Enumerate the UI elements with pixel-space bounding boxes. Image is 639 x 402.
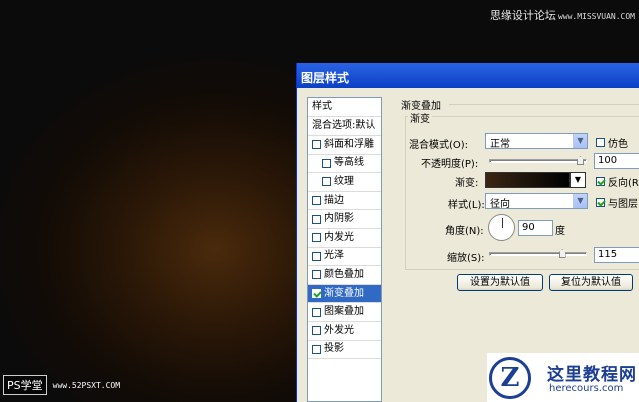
brand-name: 这里教程网 <box>547 365 637 385</box>
align-check-icon <box>596 198 605 207</box>
reverse-check-icon <box>596 177 605 186</box>
checkbox-icon[interactable] <box>312 233 321 243</box>
chevron-down-icon: ▼ <box>573 134 587 148</box>
dither-checkbox[interactable]: 仿色 <box>596 135 628 150</box>
blend-mode-label: 混合模式(O): <box>409 140 469 151</box>
checkbox-icon[interactable] <box>312 270 321 280</box>
style-item[interactable]: 内阴影 <box>308 210 381 229</box>
ps-logo-site: www.52PSXT.COM <box>52 380 121 390</box>
style-list: 样式 混合选项:默认 斜面和浮雕等高线纹理描边内阴影内发光光泽颜色叠加渐变叠加图… <box>307 97 382 402</box>
checkbox-icon[interactable] <box>312 289 321 299</box>
reverse-checkbox[interactable]: 反向(R) <box>596 174 639 189</box>
subgroup-title: 渐变 <box>408 110 432 125</box>
style-select[interactable]: 径向 ▼ <box>485 193 588 210</box>
watermark-top: 思缘设计论坛 www.MISSVUAN.COM <box>490 7 635 23</box>
checkbox-icon[interactable] <box>312 196 321 206</box>
angle-input[interactable]: 90 <box>518 220 553 236</box>
align-checkbox[interactable]: 与图层 <box>596 195 638 210</box>
dither-label: 仿色 <box>608 139 628 150</box>
checkbox-icon[interactable] <box>312 307 321 317</box>
reverse-label: 反向(R) <box>608 178 639 189</box>
blend-mode-select[interactable]: 正常 ▼ <box>485 133 588 150</box>
scale-input[interactable]: 115 <box>594 247 639 263</box>
blend-mode-value: 正常 <box>490 139 510 150</box>
style-item-label: 等高线 <box>334 157 364 169</box>
style-item[interactable]: 图案叠加 <box>308 303 381 322</box>
chevron-down-icon: ▼ <box>573 194 587 208</box>
checkbox-icon[interactable] <box>322 158 331 168</box>
ps-logo: PS学堂 www.52PSXT.COM <box>3 375 120 395</box>
style-item-label: 内发光 <box>324 231 354 243</box>
scale-slider[interactable] <box>489 252 587 256</box>
style-item[interactable]: 内发光 <box>308 229 381 248</box>
checkbox-icon[interactable] <box>312 344 321 354</box>
align-label: 与图层 <box>608 199 638 210</box>
checkbox-icon[interactable] <box>312 326 321 336</box>
layer-style-dialog: 图层样式 样式 混合选项:默认 斜面和浮雕等高线纹理描边内阴影内发光光泽颜色叠加… <box>296 63 639 402</box>
checkbox-icon[interactable] <box>312 140 321 150</box>
style-item-label: 描边 <box>324 194 344 206</box>
angle-unit: 度 <box>555 226 565 237</box>
style-label: 样式(L): <box>448 200 485 211</box>
angle-dial[interactable] <box>488 214 515 241</box>
style-item-label: 颜色叠加 <box>324 268 364 280</box>
style-item-label: 内阴影 <box>324 213 354 225</box>
style-item[interactable]: 投影 <box>308 341 381 360</box>
blend-options-item[interactable]: 混合选项:默认 <box>308 117 381 136</box>
scale-label: 缩放(S): <box>447 253 485 264</box>
style-item[interactable]: 纹理 <box>308 173 381 192</box>
style-list-header[interactable]: 样式 <box>308 98 381 117</box>
style-item-label: 图案叠加 <box>324 306 364 318</box>
style-item[interactable]: 外发光 <box>308 322 381 341</box>
angle-needle <box>501 218 503 228</box>
style-item-label: 斜面和浮雕 <box>324 138 374 150</box>
style-item[interactable]: 渐变叠加 <box>308 284 381 304</box>
style-item-label: 投影 <box>324 343 344 355</box>
style-item-label: 外发光 <box>324 324 354 336</box>
checkbox-icon[interactable] <box>312 251 321 261</box>
opacity-label: 不透明度(P): <box>421 159 479 170</box>
dither-check-icon <box>596 138 605 147</box>
style-item[interactable]: 描边 <box>308 192 381 211</box>
brand-logo-icon: Z <box>489 357 531 399</box>
dialog-title[interactable]: 图层样式 <box>297 63 639 88</box>
style-item[interactable]: 等高线 <box>308 155 381 174</box>
checkbox-icon[interactable] <box>322 177 331 187</box>
style-item-label: 渐变叠加 <box>324 287 364 299</box>
set-default-button[interactable]: 设置为默认值 <box>457 274 543 291</box>
group-divider <box>449 104 639 105</box>
opacity-input[interactable]: 100 <box>594 153 639 169</box>
style-value: 径向 <box>490 199 510 210</box>
style-item-label: 光泽 <box>324 250 344 262</box>
brand-watermark: Z 这里教程网 herecours.com <box>487 353 639 402</box>
opacity-slider[interactable] <box>489 159 587 163</box>
angle-label: 角度(N): <box>445 226 484 237</box>
brand-url: herecours.com <box>549 383 624 394</box>
gradient-swatch[interactable]: ▼ <box>485 172 586 188</box>
reset-default-button[interactable]: 复位为默认值 <box>549 274 633 291</box>
style-item[interactable]: 颜色叠加 <box>308 266 381 285</box>
style-item[interactable]: 光泽 <box>308 248 381 267</box>
style-item-label: 纹理 <box>334 175 354 187</box>
watermark-text: 思缘设计论坛 <box>489 9 556 22</box>
gradient-dropdown-icon[interactable]: ▼ <box>570 172 586 188</box>
gradient-label: 渐变: <box>455 178 479 189</box>
checkbox-icon[interactable] <box>312 214 321 224</box>
watermark-url: www.MISSVUAN.COM <box>557 12 635 21</box>
style-item[interactable]: 斜面和浮雕 <box>308 136 381 155</box>
ps-logo-label: PS学堂 <box>3 375 47 395</box>
